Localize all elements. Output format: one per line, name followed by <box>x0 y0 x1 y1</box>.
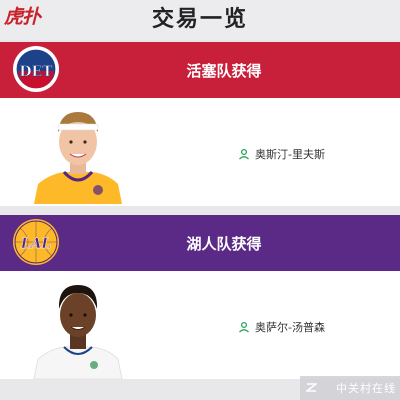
watermark-text: 中关村在线 <box>336 382 396 395</box>
watermark: 中关村在线 <box>300 376 400 400</box>
player-card-thompson[interactable]: 奥萨尔-汤普森 <box>0 271 400 379</box>
page-title: 交易一览 <box>151 7 248 32</box>
team-name-lakers: 湖人队获得 <box>186 235 262 253</box>
trade-overview-page: 虎扑 交易一览 DET 活塞队获得 奥斯汀-里夫斯 LAL 湖人队获得 奥萨尔-… <box>0 0 400 400</box>
team-name-pistons: 活塞队获得 <box>186 62 262 80</box>
player-name-row-reaves: 奥斯汀-里夫斯 <box>238 146 325 162</box>
player-name-row-thompson: 奥萨尔-汤普森 <box>238 319 325 335</box>
player-name: 奥斯汀-里夫斯 <box>255 148 325 161</box>
team-header-pistons: DET 活塞队获得 <box>0 42 400 98</box>
player-card-reaves[interactable]: 奥斯汀-里夫斯 <box>0 98 400 206</box>
person-icon <box>239 148 249 160</box>
player-name: 奥萨尔-汤普森 <box>255 321 325 334</box>
person-icon <box>239 321 249 333</box>
player-photo-reaves <box>34 112 122 204</box>
team-header-lakers: LAL 湖人队获得 <box>0 215 400 271</box>
player-photo-thompson <box>33 285 123 379</box>
zol-logo-icon <box>306 383 317 392</box>
top-bar: 虎扑 交易一览 <box>0 0 400 40</box>
